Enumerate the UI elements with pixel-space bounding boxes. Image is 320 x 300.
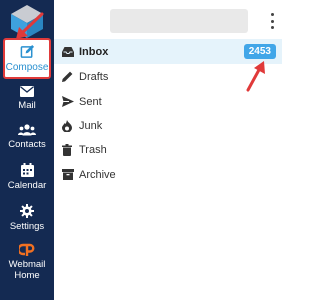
pencil-icon [62, 71, 73, 82]
contacts-icon [18, 124, 36, 136]
annotation-arrow-compose [16, 12, 44, 39]
sidebar-item-webmail-home[interactable]: Webmail Home [0, 243, 54, 281]
folder-trash[interactable]: Trash [54, 137, 282, 162]
sidebar-item-label: Contacts [8, 139, 46, 150]
trash-icon [62, 143, 72, 156]
cpanel-icon [19, 243, 35, 256]
send-icon [62, 96, 74, 107]
gear-icon [20, 204, 34, 218]
sidebar-item-calendar[interactable]: Calendar [0, 163, 54, 191]
folder-label: Sent [79, 95, 102, 108]
sidebar: Compose Mail Contacts Calendar Settings … [0, 0, 54, 300]
folder-label: Inbox [79, 45, 109, 58]
archive-icon [62, 169, 74, 180]
more-options-icon[interactable] [268, 13, 276, 29]
folder-label: Drafts [79, 70, 109, 83]
calendar-icon [20, 163, 34, 177]
top-bar [54, 0, 282, 41]
sidebar-item-label: Webmail Home [8, 259, 46, 281]
folder-junk[interactable]: Junk [54, 113, 282, 138]
folder-label: Archive [79, 168, 116, 181]
envelope-icon [20, 86, 34, 97]
sidebar-item-settings[interactable]: Settings [0, 204, 54, 232]
sidebar-item-label: Settings [9, 221, 45, 232]
sidebar-item-mail[interactable]: Mail [0, 86, 54, 111]
search-bar[interactable] [110, 9, 248, 33]
fire-icon [62, 119, 72, 132]
compose-label: Compose [5, 62, 49, 73]
folder-label: Trash [79, 143, 107, 156]
sidebar-item-label: Calendar [7, 180, 47, 191]
sidebar-item-label: Mail [18, 100, 36, 111]
compose-icon [20, 44, 34, 58]
sidebar-item-contacts[interactable]: Contacts [0, 124, 54, 150]
inbox-icon [62, 46, 74, 57]
compose-button[interactable]: Compose [3, 38, 51, 79]
unread-count-badge: 2453 [243, 44, 276, 59]
folder-label: Junk [79, 119, 103, 132]
folder-archive[interactable]: Archive [54, 162, 282, 187]
annotation-arrow-badge [246, 61, 265, 92]
